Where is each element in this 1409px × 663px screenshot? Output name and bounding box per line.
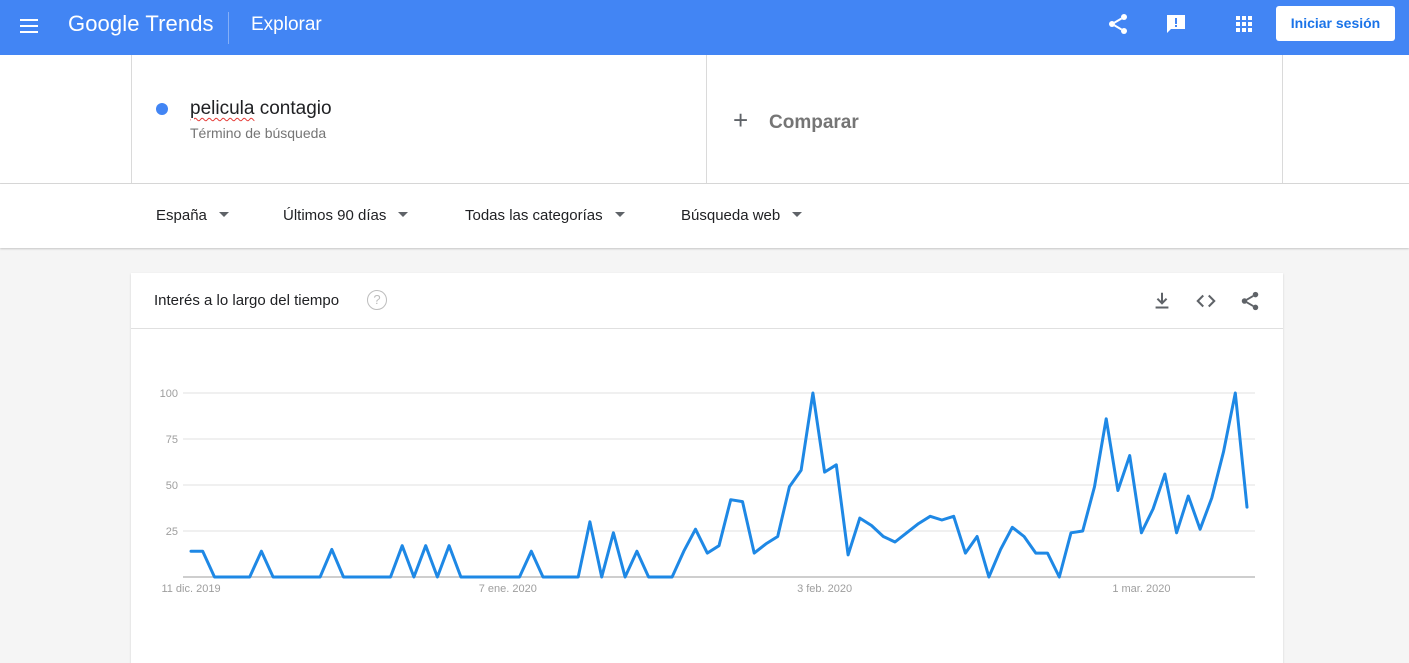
page-title: Explorar	[251, 14, 322, 35]
sign-in-button[interactable]: Iniciar sesión	[1276, 6, 1395, 41]
y-tick-label: 25	[166, 526, 178, 538]
y-tick-label: 50	[166, 480, 178, 492]
x-tick-label: 3 feb. 2020	[797, 583, 852, 595]
filter-category-dropdown[interactable]: Todas las categorías	[465, 207, 625, 224]
filter-category-label: Todas las categorías	[465, 207, 603, 224]
logo-trends-text: Trends	[145, 11, 214, 36]
filter-time-label: Últimos 90 días	[283, 207, 387, 224]
logo-google-text: Google	[68, 11, 140, 36]
share-icon[interactable]	[1106, 12, 1130, 36]
filter-search-type-dropdown[interactable]: Búsqueda web	[681, 207, 803, 224]
filter-region-dropdown[interactable]: España	[156, 207, 229, 224]
filter-bar: España Últimos 90 días Todas las categor…	[0, 184, 1409, 248]
dropdown-arrow-icon	[398, 211, 409, 217]
plus-icon: +	[733, 105, 749, 135]
interest-line-chart: 25 50 75 100 11 dic. 2019 7 ene. 2020 3 feb. 2…	[160, 388, 1255, 595]
x-tick-label: 11 dic. 2019	[161, 583, 220, 595]
y-tick-label: 75	[166, 434, 178, 446]
x-tick-label: 7 ene. 2020	[479, 583, 537, 595]
google-trends-logo[interactable]: Google Trends	[68, 11, 214, 37]
search-term-text[interactable]: pelicula contagio	[190, 98, 332, 120]
dropdown-arrow-icon	[218, 211, 229, 217]
y-tick-label: 100	[160, 388, 178, 400]
search-term-type: Término de búsqueda	[190, 125, 327, 141]
menu-icon[interactable]	[18, 14, 42, 38]
filter-search-type-label: Búsqueda web	[681, 207, 781, 224]
interest-over-time-card: Interés a lo largo del tiempo ? 25 50 75 10…	[131, 273, 1283, 663]
term-color-dot	[156, 103, 168, 115]
feedback-icon[interactable]	[1164, 12, 1188, 36]
x-tick-label: 1 mar. 2020	[1112, 583, 1170, 595]
search-terms-panel: pelicula contagio Término de búsqueda + …	[0, 55, 1409, 184]
header-divider	[228, 12, 229, 44]
terms-divider	[1282, 55, 1283, 184]
search-term-card[interactable]: pelicula contagio Término de búsqueda	[131, 55, 707, 184]
dropdown-arrow-icon	[614, 211, 625, 217]
search-term-misspelled-word: pelicula	[190, 98, 255, 119]
filter-time-dropdown[interactable]: Últimos 90 días	[283, 207, 409, 224]
apps-grid-icon[interactable]	[1232, 12, 1256, 36]
app-bar: Google Trends Explorar Iniciar sesión	[0, 0, 1409, 55]
dropdown-arrow-icon	[792, 211, 803, 217]
filter-region-label: España	[156, 207, 207, 224]
search-term-rest: contagio	[254, 98, 332, 119]
compare-label: Comparar	[769, 112, 859, 133]
